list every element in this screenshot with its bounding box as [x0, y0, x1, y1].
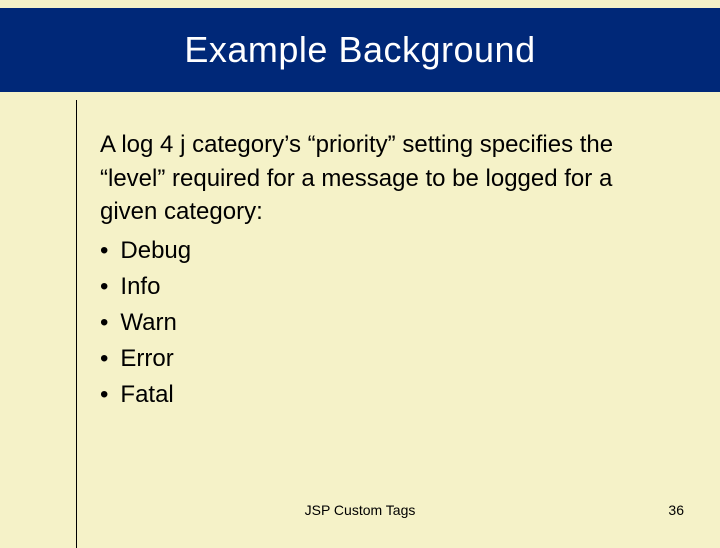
list-item: • Warn: [100, 305, 660, 341]
bullet-label: Info: [120, 269, 160, 305]
intro-paragraph: A log 4 j category’s “priority” setting …: [100, 128, 660, 229]
vertical-divider: [76, 100, 77, 548]
slide-title: Example Background: [184, 29, 535, 71]
bullet-label: Error: [120, 341, 173, 377]
bullet-label: Warn: [120, 305, 176, 341]
bullet-icon: •: [100, 233, 108, 269]
bullet-list: • Debug • Info • Warn • Error • Fatal: [100, 233, 660, 413]
footer-label: JSP Custom Tags: [0, 502, 720, 518]
bullet-label: Fatal: [120, 377, 173, 413]
slide-content: A log 4 j category’s “priority” setting …: [100, 128, 660, 413]
bullet-icon: •: [100, 305, 108, 341]
bullet-icon: •: [100, 341, 108, 377]
page-number: 36: [668, 502, 684, 518]
list-item: • Fatal: [100, 377, 660, 413]
list-item: • Debug: [100, 233, 660, 269]
list-item: • Error: [100, 341, 660, 377]
bullet-label: Debug: [120, 233, 191, 269]
title-band: Example Background: [0, 8, 720, 92]
bullet-icon: •: [100, 377, 108, 413]
bullet-icon: •: [100, 269, 108, 305]
list-item: • Info: [100, 269, 660, 305]
